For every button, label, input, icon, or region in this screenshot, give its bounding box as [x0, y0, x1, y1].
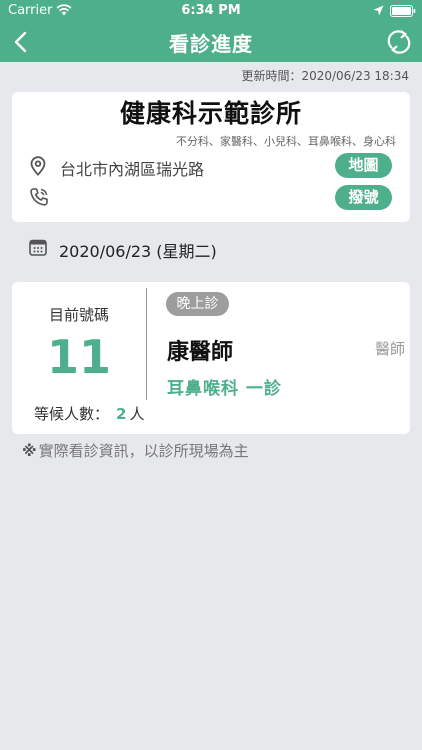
nav-bar: 看診進度: [0, 22, 422, 62]
session-badge: 晚上診: [166, 292, 229, 316]
phone-icon: [30, 188, 48, 206]
status-bar: Carrier 6:34 PM: [0, 0, 422, 22]
page-title: 看診進度: [169, 32, 253, 56]
battery-icon: [390, 5, 416, 17]
map-pin-icon: [30, 156, 46, 176]
doctor-title: 醫師: [374, 340, 405, 358]
note-text: 實際看診資訊，以診所現場為主: [38, 442, 249, 460]
refresh-icon: [387, 30, 411, 54]
header-bar: Carrier 6:34 PM 看診進度: [0, 0, 422, 62]
current-number-label: 目前號碼: [48, 306, 109, 324]
clinic-name: 健康科示範診所: [119, 99, 302, 128]
waiting-label: 等候人數：: [34, 405, 110, 423]
waiting-unit: 人: [129, 405, 145, 423]
visit-date: 2020/06/23 (星期二): [59, 242, 217, 261]
clinic-departments: 不分科、家醫科、小兒科、耳鼻喉科、身心科: [176, 135, 396, 148]
current-number: 11: [46, 330, 111, 384]
progress-card: 目前號碼 11 等候人數： 2 人 晚上診 康醫師 醫師 耳鼻喉科 一診: [12, 282, 410, 434]
divider: [146, 288, 147, 400]
clinic-card: 健康科示範診所 不分科、家醫科、小兒科、耳鼻喉科、身心科 台北市內湖區瑞光路 地…: [12, 92, 410, 222]
waiting-count: 2: [116, 405, 127, 423]
call-button[interactable]: 撥號: [335, 185, 392, 210]
refresh-button[interactable]: [384, 26, 414, 58]
clinic-address: 台北市內湖區瑞光路: [60, 160, 205, 179]
update-time: 更新時間：2020/06/23 18:34: [241, 69, 409, 83]
room-info: 耳鼻喉科 一診: [167, 379, 282, 399]
location-icon: [373, 5, 384, 16]
map-button[interactable]: 地圖: [335, 153, 392, 178]
disclaimer-note: ※ 實際看診資訊，以診所現場為主: [22, 440, 249, 461]
note-mark: ※: [22, 442, 37, 460]
status-time: 6:34 PM: [181, 3, 241, 18]
calendar-icon: [29, 239, 47, 256]
waiting-row: 等候人數： 2 人: [34, 403, 144, 424]
doctor-name: 康醫師: [167, 340, 234, 365]
